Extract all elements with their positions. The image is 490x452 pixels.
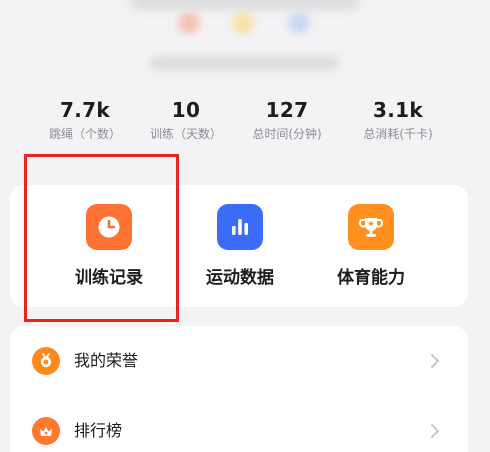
menu-card: 我的荣誉 排行榜 [10, 326, 468, 452]
stat-label: 总消耗(千卡) [363, 127, 433, 141]
menu-item-leaderboard[interactable]: 排行榜 [10, 402, 468, 452]
chevron-right-icon [431, 354, 439, 368]
menu-label: 我的荣誉 [74, 351, 139, 370]
badge-icon [178, 12, 200, 34]
stat-value: 3.1k [373, 98, 423, 122]
feature-label: 训练记录 [75, 268, 143, 288]
trophy-icon [348, 204, 394, 250]
feature-sports-ability[interactable]: 体育能力 [301, 204, 441, 289]
menu-item-honors[interactable]: 我的荣誉 [10, 332, 468, 392]
stat-label: 总时间(分钟) [252, 127, 322, 141]
stat-value: 127 [265, 98, 309, 122]
badge-icon [288, 12, 310, 34]
chevron-right-icon [431, 424, 439, 438]
profile-page: 7.7k 跳绳（个数） 10 训练（天数） 127 总时间(分钟) 3.1k 总… [0, 0, 490, 452]
badge-icon [232, 12, 254, 34]
blurred-badges [0, 12, 490, 42]
feature-label: 体育能力 [337, 268, 405, 288]
blurred-signature [150, 56, 340, 70]
feature-card: 训练记录 运动数据 体育能力 [10, 185, 468, 307]
blurred-username [130, 0, 360, 10]
feature-sports-data[interactable]: 运动数据 [170, 204, 310, 289]
menu-label: 排行榜 [74, 421, 123, 440]
stats-row: 7.7k 跳绳（个数） 10 训练（天数） 127 总时间(分钟) 3.1k 总… [0, 98, 490, 148]
stat-total-time[interactable]: 127 总时间(分钟) [227, 98, 347, 141]
feature-label: 运动数据 [206, 268, 274, 288]
clock-icon [86, 204, 132, 250]
feature-training-records[interactable]: 训练记录 [39, 204, 179, 289]
bar-chart-icon [217, 204, 263, 250]
stat-total-calories[interactable]: 3.1k 总消耗(千卡) [338, 98, 458, 141]
medal-icon [32, 347, 60, 375]
crown-icon [32, 417, 60, 445]
